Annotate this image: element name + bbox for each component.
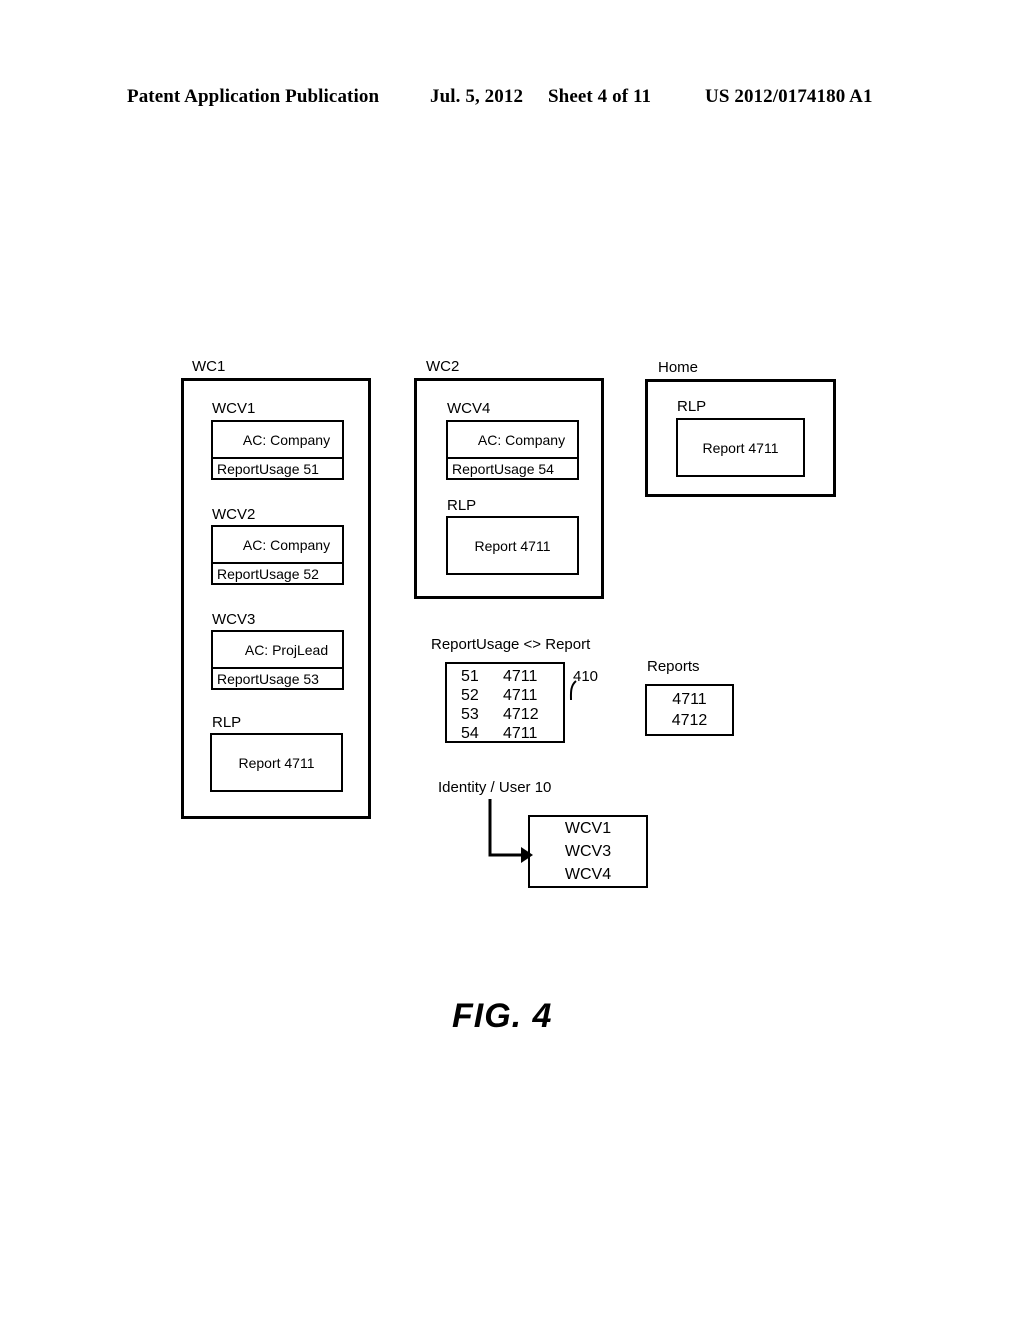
- wc2-label: WC2: [426, 358, 460, 375]
- figure-caption: FIG. 4: [452, 997, 553, 1035]
- wc2-rlp-report: Report 4711: [446, 516, 579, 575]
- reports-label: Reports: [647, 658, 700, 675]
- wcv3-report-usage: ReportUsage 53: [213, 667, 342, 688]
- wc1-rlp-report: Report 4711: [210, 733, 343, 792]
- wcv1-access-context: AC: Company: [242, 431, 331, 448]
- report-item: 4711: [672, 691, 707, 708]
- home-label: Home: [658, 359, 699, 376]
- cell-report: 4711: [503, 725, 538, 742]
- home-rlp-report: Report 4711: [676, 418, 805, 477]
- wcv4-report-usage: ReportUsage 54: [448, 457, 577, 478]
- identity-label: Identity / User 10: [438, 779, 552, 796]
- wcv1-report-usage: ReportUsage 51: [213, 457, 342, 478]
- wcv2-report-usage: ReportUsage 52: [213, 562, 342, 583]
- cell-usage: 52: [461, 687, 479, 704]
- identity-assigned-views-box: WCV1 WCV3 WCV4: [528, 815, 648, 888]
- wcv3-label: WCV3: [212, 611, 256, 628]
- wcv4-access-context: AC: Company: [477, 431, 566, 448]
- cell-usage: 51: [461, 668, 479, 685]
- wcv1-view: AC: Company ReportUsage 51: [211, 420, 344, 480]
- wcv3-view: AC: ProjLead ReportUsage 53: [211, 630, 344, 690]
- identity-arrow-line: [488, 799, 522, 857]
- home-rlp-label: RLP: [677, 398, 707, 415]
- table-row: 52 4711: [447, 686, 563, 705]
- cell-usage: 53: [461, 706, 479, 723]
- cell-usage: 54: [461, 725, 479, 742]
- assigned-view-item: WCV4: [564, 866, 612, 883]
- wcv1-label: WCV1: [212, 400, 256, 417]
- reports-box: 4711 4712: [645, 684, 734, 736]
- wcv2-view: AC: Company ReportUsage 52: [211, 525, 344, 585]
- cell-report: 4711: [503, 668, 538, 685]
- wc1-rlp-label: RLP: [212, 714, 242, 731]
- mapping-table-label: ReportUsage <> Report: [431, 636, 591, 653]
- reference-numeral-410: 410: [573, 668, 599, 685]
- wcv2-access-context: AC: Company: [242, 536, 331, 553]
- wc2-rlp-label: RLP: [447, 497, 477, 514]
- assigned-view-item: WCV1: [564, 820, 612, 837]
- assigned-view-item: WCV3: [564, 843, 612, 860]
- cell-report: 4711: [503, 687, 538, 704]
- connector-overlay: [488, 680, 577, 863]
- table-row: 51 4711: [447, 667, 563, 686]
- wcv3-access-context: AC: ProjLead: [244, 641, 329, 658]
- report-item: 4712: [671, 712, 708, 729]
- figure-4-diagram: WC1 WCV1 AC: Company ReportUsage 51 WCV2…: [0, 0, 1024, 1320]
- wcv4-label: WCV4: [447, 400, 491, 417]
- wc1-label: WC1: [192, 358, 226, 375]
- wcv2-label: WCV2: [212, 506, 256, 523]
- mapping-table: 51 4711 52 4711 53 4712 54 4711: [445, 662, 565, 743]
- wcv4-view: AC: Company ReportUsage 54: [446, 420, 579, 480]
- table-row: 53 4712: [447, 705, 563, 724]
- cell-report: 4712: [503, 706, 539, 723]
- table-row: 54 4711: [447, 724, 563, 743]
